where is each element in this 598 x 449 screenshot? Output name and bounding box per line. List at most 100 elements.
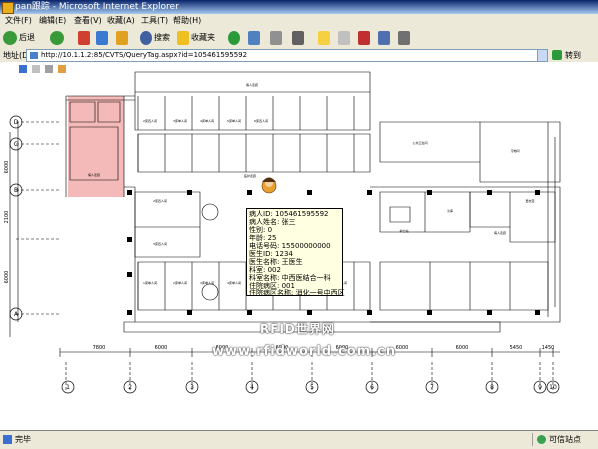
grid-col-label: 4 — [250, 384, 254, 391]
go-label: 转到 — [565, 51, 581, 60]
address-dropdown-icon[interactable] — [537, 50, 547, 61]
patient-gender: 性别: 0 — [249, 226, 273, 234]
room-label: 公共卫生间 — [412, 140, 427, 145]
menu-bar: 文件(F) 编辑(E) 查看(V) 收藏(A) 工具(T) 帮助(H) — [0, 14, 598, 29]
dimension-label: 2100 — [4, 211, 10, 224]
address-bar: 地址(D) http://10.1.1.2:85/CVTS/QueryTag.a… — [0, 48, 598, 63]
grid-col-label: 3 — [190, 384, 194, 391]
go-button[interactable]: 转到 — [552, 49, 596, 61]
undo-map-icon[interactable] — [32, 65, 40, 73]
patient-id: 病人ID: 105461595592 — [249, 210, 329, 218]
stop-icon[interactable] — [78, 31, 90, 45]
dimension-label: 6000 — [155, 345, 168, 351]
window-title: pan跟踪 - Microsoft Internet Explorer — [15, 2, 179, 12]
room-label: 病人走廊 — [88, 172, 100, 177]
favorites-button-label[interactable]: 收藏夹 — [191, 32, 215, 43]
room-label: 病人走廊 — [494, 230, 506, 235]
doctor-id: 医生ID: 1234 — [249, 250, 293, 258]
ward-name: 住院病区名称: 消化一号中西区 — [249, 289, 345, 297]
search-icon[interactable] — [140, 31, 152, 45]
tools-icon[interactable] — [398, 31, 410, 45]
dimension-label: 1450 — [542, 345, 555, 351]
security-zone: 可信站点 — [532, 433, 595, 446]
patient-info-tooltip: 病人ID: 105461595592 病人姓名: 张三 性别: 0 年龄: 25… — [246, 208, 345, 297]
room-label: 5床单人间 — [227, 118, 241, 123]
menu-tools[interactable]: 工具(T) — [141, 15, 168, 27]
back-button-label[interactable]: 后退 — [19, 32, 35, 43]
room-label: 2床四人间 — [143, 118, 157, 123]
folder-map-icon[interactable] — [58, 65, 66, 73]
room-label: 护士站 — [399, 228, 408, 233]
grid-col-label: 2 — [128, 384, 132, 391]
window-titlebar: pan跟踪 - Microsoft Internet Explorer — [0, 0, 598, 14]
menu-favorites[interactable]: 收藏(A) — [107, 15, 135, 27]
forward-icon[interactable] — [50, 31, 64, 45]
trusted-zone-icon — [537, 435, 546, 444]
search-button-label[interactable]: 搜索 — [154, 32, 170, 43]
history-icon[interactable] — [248, 31, 260, 45]
page-icon — [30, 52, 38, 59]
page-content: D C B A 1 2 3 4 5 6 7 8 9 10 7800 6000 6… — [0, 62, 598, 430]
room-label: 4床单人间 — [227, 280, 241, 285]
grid-col-label: 6 — [370, 384, 374, 391]
room-label: 2床四人间 — [153, 198, 167, 203]
print-icon[interactable] — [292, 31, 304, 45]
zone-label: 可信站点 — [549, 435, 581, 444]
room-label: 6床四人间 — [254, 118, 268, 123]
grid-col-label: 8 — [490, 384, 494, 391]
ie-page-icon — [2, 2, 14, 14]
discuss-icon[interactable] — [338, 31, 350, 45]
room-label: 污物间 — [510, 148, 519, 153]
patient-phone: 电话号码: 15500000000 — [249, 242, 331, 250]
home-icon[interactable] — [116, 31, 128, 45]
refresh-icon[interactable] — [96, 31, 108, 45]
room-label: 更衣室 — [525, 198, 534, 203]
grid-row-label: C — [14, 141, 18, 148]
grid-row-label: B — [14, 187, 18, 194]
grid-row-label: D — [14, 119, 19, 126]
room-label: 冷库 — [447, 208, 453, 213]
address-input[interactable]: http://10.1.1.2:85/CVTS/QueryTag.aspx?id… — [26, 49, 548, 62]
grid-col-label: 7 — [430, 384, 434, 391]
department-name: 科室名称: 中西医结合一科 — [249, 274, 331, 282]
address-url[interactable]: http://10.1.1.2:85/CVTS/QueryTag.aspx?id… — [41, 50, 247, 61]
room-label: 3床单人间 — [200, 280, 214, 285]
dimension-label: 5450 — [510, 345, 523, 351]
patient-avatar-icon[interactable] — [261, 177, 277, 194]
back-icon[interactable] — [3, 31, 17, 45]
watermark-title: RFID世界网 — [260, 322, 335, 336]
mail-icon[interactable] — [270, 31, 282, 45]
favorites-icon[interactable] — [177, 31, 189, 45]
grid-col-label: 9 — [538, 384, 542, 391]
research-icon[interactable] — [358, 31, 370, 45]
room-label: 3床四人间 — [153, 241, 167, 246]
doctor-name: 医生名称: 王医生 — [249, 258, 303, 266]
room-label: 4床单人间 — [200, 118, 214, 123]
patient-age: 年龄: 25 — [249, 234, 277, 242]
dimension-label: 7800 — [93, 345, 106, 351]
grid-col-label: 5 — [310, 384, 314, 391]
print-map-icon[interactable] — [45, 65, 53, 73]
menu-view[interactable]: 查看(V) — [74, 15, 102, 27]
save-map-icon[interactable] — [19, 65, 27, 73]
menu-file[interactable]: 文件(F) — [5, 15, 32, 27]
dimension-label: 6000 — [4, 271, 10, 284]
page-done-icon — [3, 435, 12, 444]
dimension-label: 6000 — [4, 161, 10, 174]
department-id: 科室: 002 — [249, 266, 281, 274]
media-icon[interactable] — [228, 31, 240, 45]
room-label: 1床单人间 — [143, 280, 157, 285]
messenger-icon[interactable] — [378, 31, 390, 45]
room-label: 医护走廊 — [244, 173, 256, 178]
folder-icon[interactable] — [318, 31, 330, 45]
grid-col-label: 10 — [549, 384, 557, 391]
watermark-url: www.rfidworld.com.cn — [212, 344, 397, 359]
menu-edit[interactable]: 编辑(E) — [39, 15, 66, 27]
dimension-label: 6000 — [396, 345, 409, 351]
room-label: 3床单人间 — [173, 118, 187, 123]
standard-toolbar: 后退 搜索 收藏夹 — [0, 28, 598, 49]
menu-help[interactable]: 帮助(H) — [173, 15, 201, 27]
grid-col-label: 1 — [66, 384, 70, 391]
go-arrow-icon — [552, 50, 562, 60]
dimension-label: 6000 — [456, 345, 469, 351]
